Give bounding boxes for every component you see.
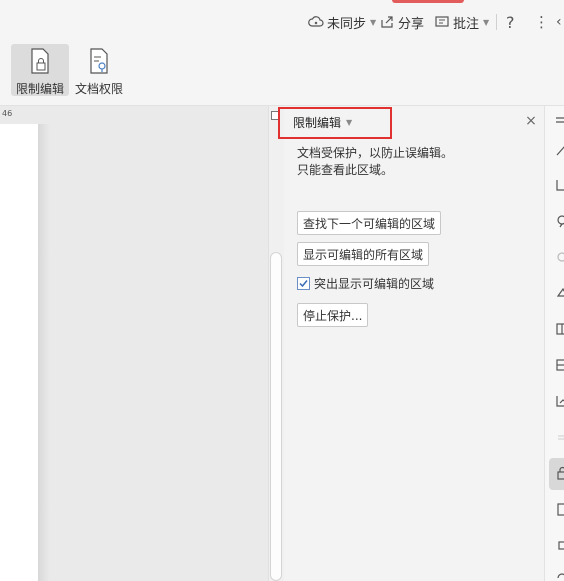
cloud-sync-icon	[308, 15, 324, 29]
collapse-button[interactable]: ‹	[556, 12, 562, 32]
panel-description-line2: 只能查看此区域。	[297, 163, 394, 177]
top-accent-bar	[392, 0, 464, 3]
doc-permission-label: 文档权限	[74, 82, 123, 96]
more-button[interactable]: ⋮	[534, 12, 549, 32]
pen-icon[interactable]	[555, 143, 564, 157]
help-icon: ?	[506, 12, 515, 32]
format-icon[interactable]	[555, 114, 564, 128]
share-icon	[380, 15, 395, 29]
layout-icon[interactable]	[555, 322, 564, 336]
toolbar-divider	[496, 14, 497, 30]
lock-icon[interactable]	[555, 466, 564, 480]
select-icon[interactable]	[555, 178, 564, 192]
dots-icon	[558, 435, 564, 440]
restrict-edit-button[interactable]: 限制编辑	[11, 44, 69, 96]
help-button[interactable]: ?	[506, 12, 515, 32]
sync-label: 未同步	[327, 16, 367, 32]
highlight-checkbox[interactable]	[297, 277, 310, 290]
close-icon[interactable]: ×	[523, 113, 539, 129]
clock-icon[interactable]	[555, 250, 564, 264]
find-next-region-button[interactable]: 查找下一个可编辑的区域	[297, 211, 442, 235]
doc-permission-button[interactable]: 文档权限	[70, 44, 128, 96]
show-all-regions-button[interactable]: 显示可编辑的所有区域	[297, 242, 430, 266]
more-icon: ⋮	[534, 13, 549, 31]
highlight-regions-checkbox-row[interactable]: 突出显示可编辑的区域	[297, 275, 434, 292]
document-canvas[interactable]: 46	[0, 106, 270, 581]
chevron-down-icon: ▼	[483, 17, 490, 27]
square-icon[interactable]	[555, 538, 564, 552]
check-icon	[299, 280, 308, 288]
panel-title: 限制编辑	[293, 116, 342, 130]
document-permission-icon	[88, 48, 110, 77]
stop-protection-button[interactable]: 停止保护...	[297, 303, 369, 327]
grid-icon[interactable]	[555, 358, 564, 372]
sync-button[interactable]: 未同步 ▼	[308, 12, 376, 32]
chevron-left-icon: ‹	[556, 14, 562, 30]
scrollbar-thumb[interactable]	[270, 252, 282, 581]
comment-button[interactable]: 批注 ▼	[434, 12, 489, 32]
chevron-down-icon: ▼	[370, 17, 377, 27]
chevron-down-icon: ▼	[346, 118, 353, 127]
chart-icon[interactable]	[555, 394, 564, 408]
panel-description-line1: 文档受保护，以防止误编辑。	[297, 146, 454, 160]
share-button[interactable]: 分享	[380, 12, 424, 32]
shapes-icon[interactable]	[555, 286, 564, 300]
document-page[interactable]	[0, 124, 38, 581]
share-label: 分享	[398, 16, 425, 32]
bottom-icon[interactable]	[555, 568, 564, 581]
panel-title-dropdown[interactable]: 限制编辑 ▼	[293, 114, 352, 131]
comment-label: 批注	[453, 16, 480, 32]
comment-icon	[434, 15, 450, 29]
ribbon: 限制编辑 文档权限	[0, 42, 564, 106]
page-icon[interactable]	[555, 502, 564, 516]
top-toolbar: 未同步 ▼ 分享 批注 ▼ ? ⋮ ‹	[0, 0, 564, 42]
location-icon[interactable]	[555, 214, 564, 228]
page-shadow	[38, 124, 50, 581]
lock-document-icon	[29, 48, 51, 77]
restrict-edit-label: 限制编辑	[15, 82, 64, 96]
ruler-mark: 46	[2, 109, 13, 118]
highlight-label: 突出显示可编辑的区域	[314, 277, 435, 291]
